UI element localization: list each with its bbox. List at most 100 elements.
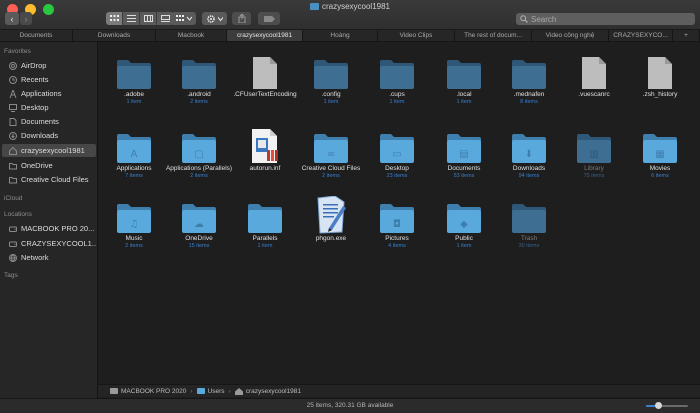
- path-home[interactable]: crazysexycool1981: [246, 388, 301, 395]
- sidebar-item-airdrop[interactable]: AirDrop: [2, 59, 96, 72]
- file-item[interactable]: ♫ Music 2 items: [98, 192, 170, 250]
- sidebar-item-recents[interactable]: Recents: [2, 73, 96, 86]
- list-view-button[interactable]: [123, 12, 140, 25]
- search-field[interactable]: Search: [516, 13, 695, 25]
- file-icon: ▢: [163, 122, 235, 164]
- file-item[interactable]: .adobe 1 item: [98, 48, 170, 106]
- tab[interactable]: crazysexycool1981: [227, 30, 303, 41]
- back-button[interactable]: ‹: [5, 12, 19, 25]
- locations-heading: Locations: [4, 211, 32, 218]
- file-item-count: 8 items: [520, 99, 538, 105]
- file-item[interactable]: .CFUserTextEncoding: [229, 48, 301, 99]
- share-button[interactable]: [232, 12, 251, 25]
- sidebar-item-label: Documents: [21, 117, 59, 126]
- home-icon: [9, 146, 17, 155]
- new-tab-button[interactable]: +: [673, 30, 700, 41]
- file-name: Creative Cloud Files: [301, 165, 361, 172]
- tab[interactable]: Video Clips: [378, 30, 455, 41]
- search-icon: [520, 15, 528, 23]
- network-icon: [9, 253, 17, 262]
- document-icon: [253, 57, 277, 89]
- file-item[interactable]: .cups 1 item: [361, 48, 433, 106]
- columns-icon: [143, 15, 153, 22]
- tab[interactable]: Downloads: [73, 30, 156, 41]
- folder-icon: ▢: [182, 134, 216, 163]
- file-icon: [493, 192, 565, 234]
- file-name: Trash: [520, 235, 538, 242]
- forward-button[interactable]: ›: [20, 12, 32, 25]
- file-item[interactable]: .config 1 item: [295, 48, 367, 106]
- file-item-count: 75 items: [583, 173, 605, 179]
- icon-size-slider[interactable]: [646, 402, 688, 409]
- action-menu-button[interactable]: [202, 12, 227, 25]
- path-disk[interactable]: MACBOOK PRO 2020: [121, 388, 186, 395]
- tab[interactable]: Documents: [0, 30, 73, 41]
- file-item[interactable]: .mednafen 8 items: [493, 48, 565, 106]
- tab[interactable]: CRAZYSEXYCO...: [609, 30, 673, 41]
- file-item[interactable]: ∞ Creative Cloud Files 2 items: [295, 122, 367, 180]
- file-item[interactable]: ◘ Pictures 4 items: [361, 192, 433, 250]
- file-item[interactable]: ▤ Documents 53 items: [428, 122, 500, 180]
- file-item[interactable]: Parallels 1 item: [229, 192, 301, 250]
- file-name: .local: [456, 91, 472, 98]
- file-item[interactable]: autorun.inf: [229, 122, 301, 173]
- file-item[interactable]: .android 2 items: [163, 48, 235, 106]
- document-icon: [648, 57, 672, 89]
- file-item-count: 2 items: [190, 99, 208, 105]
- favorites-heading: Favorites: [4, 48, 31, 55]
- sidebar-icon: [9, 117, 17, 126]
- file-item[interactable]: .local 1 item: [428, 48, 500, 106]
- file-icon: [428, 48, 500, 90]
- group-by-button[interactable]: [171, 12, 196, 25]
- file-item[interactable]: .vuescanrc: [558, 48, 630, 99]
- sidebar-item-downloads[interactable]: Downloads: [2, 129, 96, 142]
- file-item[interactable]: ⬇ Downloads 94 items: [493, 122, 565, 180]
- icon-view-button[interactable]: [106, 12, 123, 25]
- folder-icon: [9, 176, 17, 183]
- column-view-button[interactable]: [140, 12, 157, 25]
- path-users[interactable]: Users: [208, 388, 225, 395]
- sidebar-location-0[interactable]: MACBOOK PRO 20...: [2, 222, 96, 235]
- sidebar-item-crazysexycool1981[interactable]: crazysexycool1981: [2, 144, 96, 157]
- sidebar-location-1[interactable]: CRAZYSEXYCOOL1...: [2, 237, 96, 250]
- sidebar-item-onedrive[interactable]: OneDrive: [2, 159, 96, 172]
- file-icon: ♫: [98, 192, 170, 234]
- sidebar-item-applications[interactable]: Applications: [2, 87, 96, 100]
- desktop-icon: [9, 103, 17, 112]
- file-item[interactable]: phgon.exe: [295, 192, 367, 243]
- sidebar-item-desktop[interactable]: Desktop: [2, 101, 96, 114]
- svg-text:◆: ◆: [460, 219, 468, 230]
- file-item[interactable]: .zsh_history: [624, 48, 696, 99]
- file-item[interactable]: ◆ Public 1 item: [428, 192, 500, 250]
- sidebar-item-creative-cloud-files[interactable]: Creative Cloud Files: [2, 173, 96, 186]
- folder-icon: ▭: [380, 134, 414, 163]
- tab[interactable]: Video công nghệ: [532, 30, 609, 41]
- file-item[interactable]: ▥ Library 75 items: [558, 122, 630, 180]
- tab[interactable]: Macbook: [156, 30, 227, 41]
- folder-icon: ∞: [314, 134, 348, 163]
- sidebar-icon: [9, 240, 17, 248]
- sidebar-item-label: MACBOOK PRO 20...: [21, 224, 95, 233]
- file-item-count: 2 items: [190, 173, 208, 179]
- file-item-count: 15 items: [188, 243, 210, 249]
- svg-text:⬇: ⬇: [525, 149, 533, 160]
- file-name: .config: [321, 91, 341, 98]
- file-item[interactable]: ☁ OneDrive 15 items: [163, 192, 235, 250]
- file-item-count: 1 item: [389, 99, 405, 105]
- tab[interactable]: Hoàng: [303, 30, 378, 41]
- file-item-count: 1 item: [126, 99, 142, 105]
- edit-tags-button[interactable]: [258, 12, 280, 25]
- file-item[interactable]: A Applications 7 items: [98, 122, 170, 180]
- svg-text:∞: ∞: [327, 149, 335, 160]
- sidebar-item-label: crazysexycool1981: [21, 146, 85, 155]
- sidebar-item-documents[interactable]: Documents: [2, 115, 96, 128]
- file-item[interactable]: Trash 30 items: [493, 192, 565, 250]
- home-folder-icon: [309, 3, 319, 10]
- file-item[interactable]: ▢ Applications (Parallels) 2 items: [163, 122, 235, 180]
- sidebar-location-2[interactable]: Network: [2, 251, 96, 264]
- file-item[interactable]: ▦ Movies 6 items: [624, 122, 696, 180]
- file-name: Applications (Parallels): [165, 165, 233, 172]
- file-item[interactable]: ▭ Desktop 23 items: [361, 122, 433, 180]
- tab[interactable]: The rest of docum...: [455, 30, 532, 41]
- sidebar-icon: [9, 61, 17, 70]
